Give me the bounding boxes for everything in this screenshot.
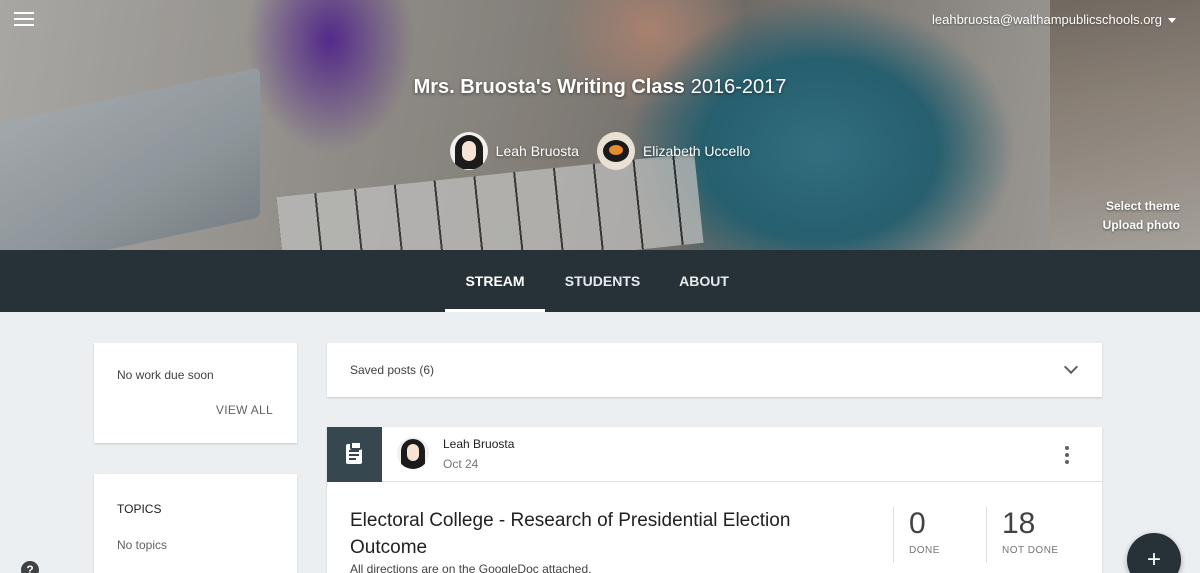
class-title: Mrs. Bruosta's Writing Class 2016-2017 — [0, 76, 1200, 99]
post-title[interactable]: Electoral College - Research of Presiden… — [350, 507, 840, 561]
avatar — [596, 132, 635, 170]
upcoming-text: No work due soon — [117, 368, 214, 382]
saved-posts-bar[interactable]: Saved posts (6) — [327, 343, 1102, 397]
banner-shade — [0, 0, 1200, 250]
done-label: DONE — [909, 545, 940, 556]
not-done-stat[interactable]: 18 NOT DONE — [986, 507, 1086, 563]
class-banner: leahbruosta@walthampublicschools.org Mrs… — [0, 0, 1200, 250]
done-count: 0 — [909, 507, 926, 540]
teacher-name: Leah Bruosta — [495, 143, 579, 159]
post-description: All directions are on the GoogleDoc atta… — [350, 562, 592, 573]
chevron-down-icon[interactable] — [1063, 359, 1079, 375]
avatar — [449, 132, 488, 170]
post-header: Leah Bruosta Oct 24 — [327, 427, 1102, 482]
topics-card: TOPICS No topics — [94, 474, 297, 573]
help-icon[interactable]: ? — [21, 561, 39, 573]
upload-photo-link[interactable]: Upload photo — [1103, 216, 1180, 235]
teacher-list: Leah Bruosta Elizabeth Uccello — [0, 132, 1200, 170]
post-date: Oct 24 — [443, 457, 479, 471]
assignment-type-block — [327, 427, 382, 482]
tab-about[interactable]: ABOUT — [660, 250, 748, 312]
account-menu[interactable]: leahbruosta@walthampublicschools.org — [932, 12, 1176, 27]
saved-posts-label: Saved posts (6) — [350, 363, 435, 377]
select-theme-link[interactable]: Select theme — [1103, 197, 1180, 216]
account-email: leahbruosta@walthampublicschools.org — [932, 12, 1162, 27]
assignment-post: Leah Bruosta Oct 24 Electoral College - … — [327, 427, 1102, 573]
done-stat[interactable]: 0 DONE — [893, 507, 987, 563]
class-section: 2016-2017 — [690, 76, 787, 98]
teacher-elizabeth[interactable]: Elizabeth Uccello — [596, 132, 751, 170]
class-name: Mrs. Bruosta's Writing Class — [413, 76, 685, 98]
topics-heading: TOPICS — [117, 502, 162, 516]
post-author: Leah Bruosta — [443, 437, 515, 451]
class-nav: STREAM STUDENTS ABOUT — [0, 250, 1200, 312]
not-done-label: NOT DONE — [1002, 545, 1059, 556]
theme-links: Select theme Upload photo — [1103, 197, 1180, 235]
tab-students[interactable]: STUDENTS — [555, 250, 650, 312]
teacher-leah[interactable]: Leah Bruosta — [449, 132, 579, 170]
view-all-link[interactable]: VIEW ALL — [216, 403, 273, 417]
caret-down-icon — [1168, 18, 1176, 24]
tab-stream[interactable]: STREAM — [445, 250, 545, 312]
hamburger-menu-icon[interactable] — [14, 12, 34, 28]
more-options-icon[interactable] — [1065, 446, 1069, 467]
upcoming-card: No work due soon VIEW ALL — [94, 343, 297, 443]
author-avatar — [397, 437, 429, 469]
not-done-count: 18 — [1002, 507, 1036, 540]
topics-empty-text: No topics — [117, 538, 168, 552]
clipboard-icon — [346, 441, 362, 464]
add-button[interactable]: + — [1127, 533, 1181, 573]
teacher-name: Elizabeth Uccello — [642, 143, 751, 159]
